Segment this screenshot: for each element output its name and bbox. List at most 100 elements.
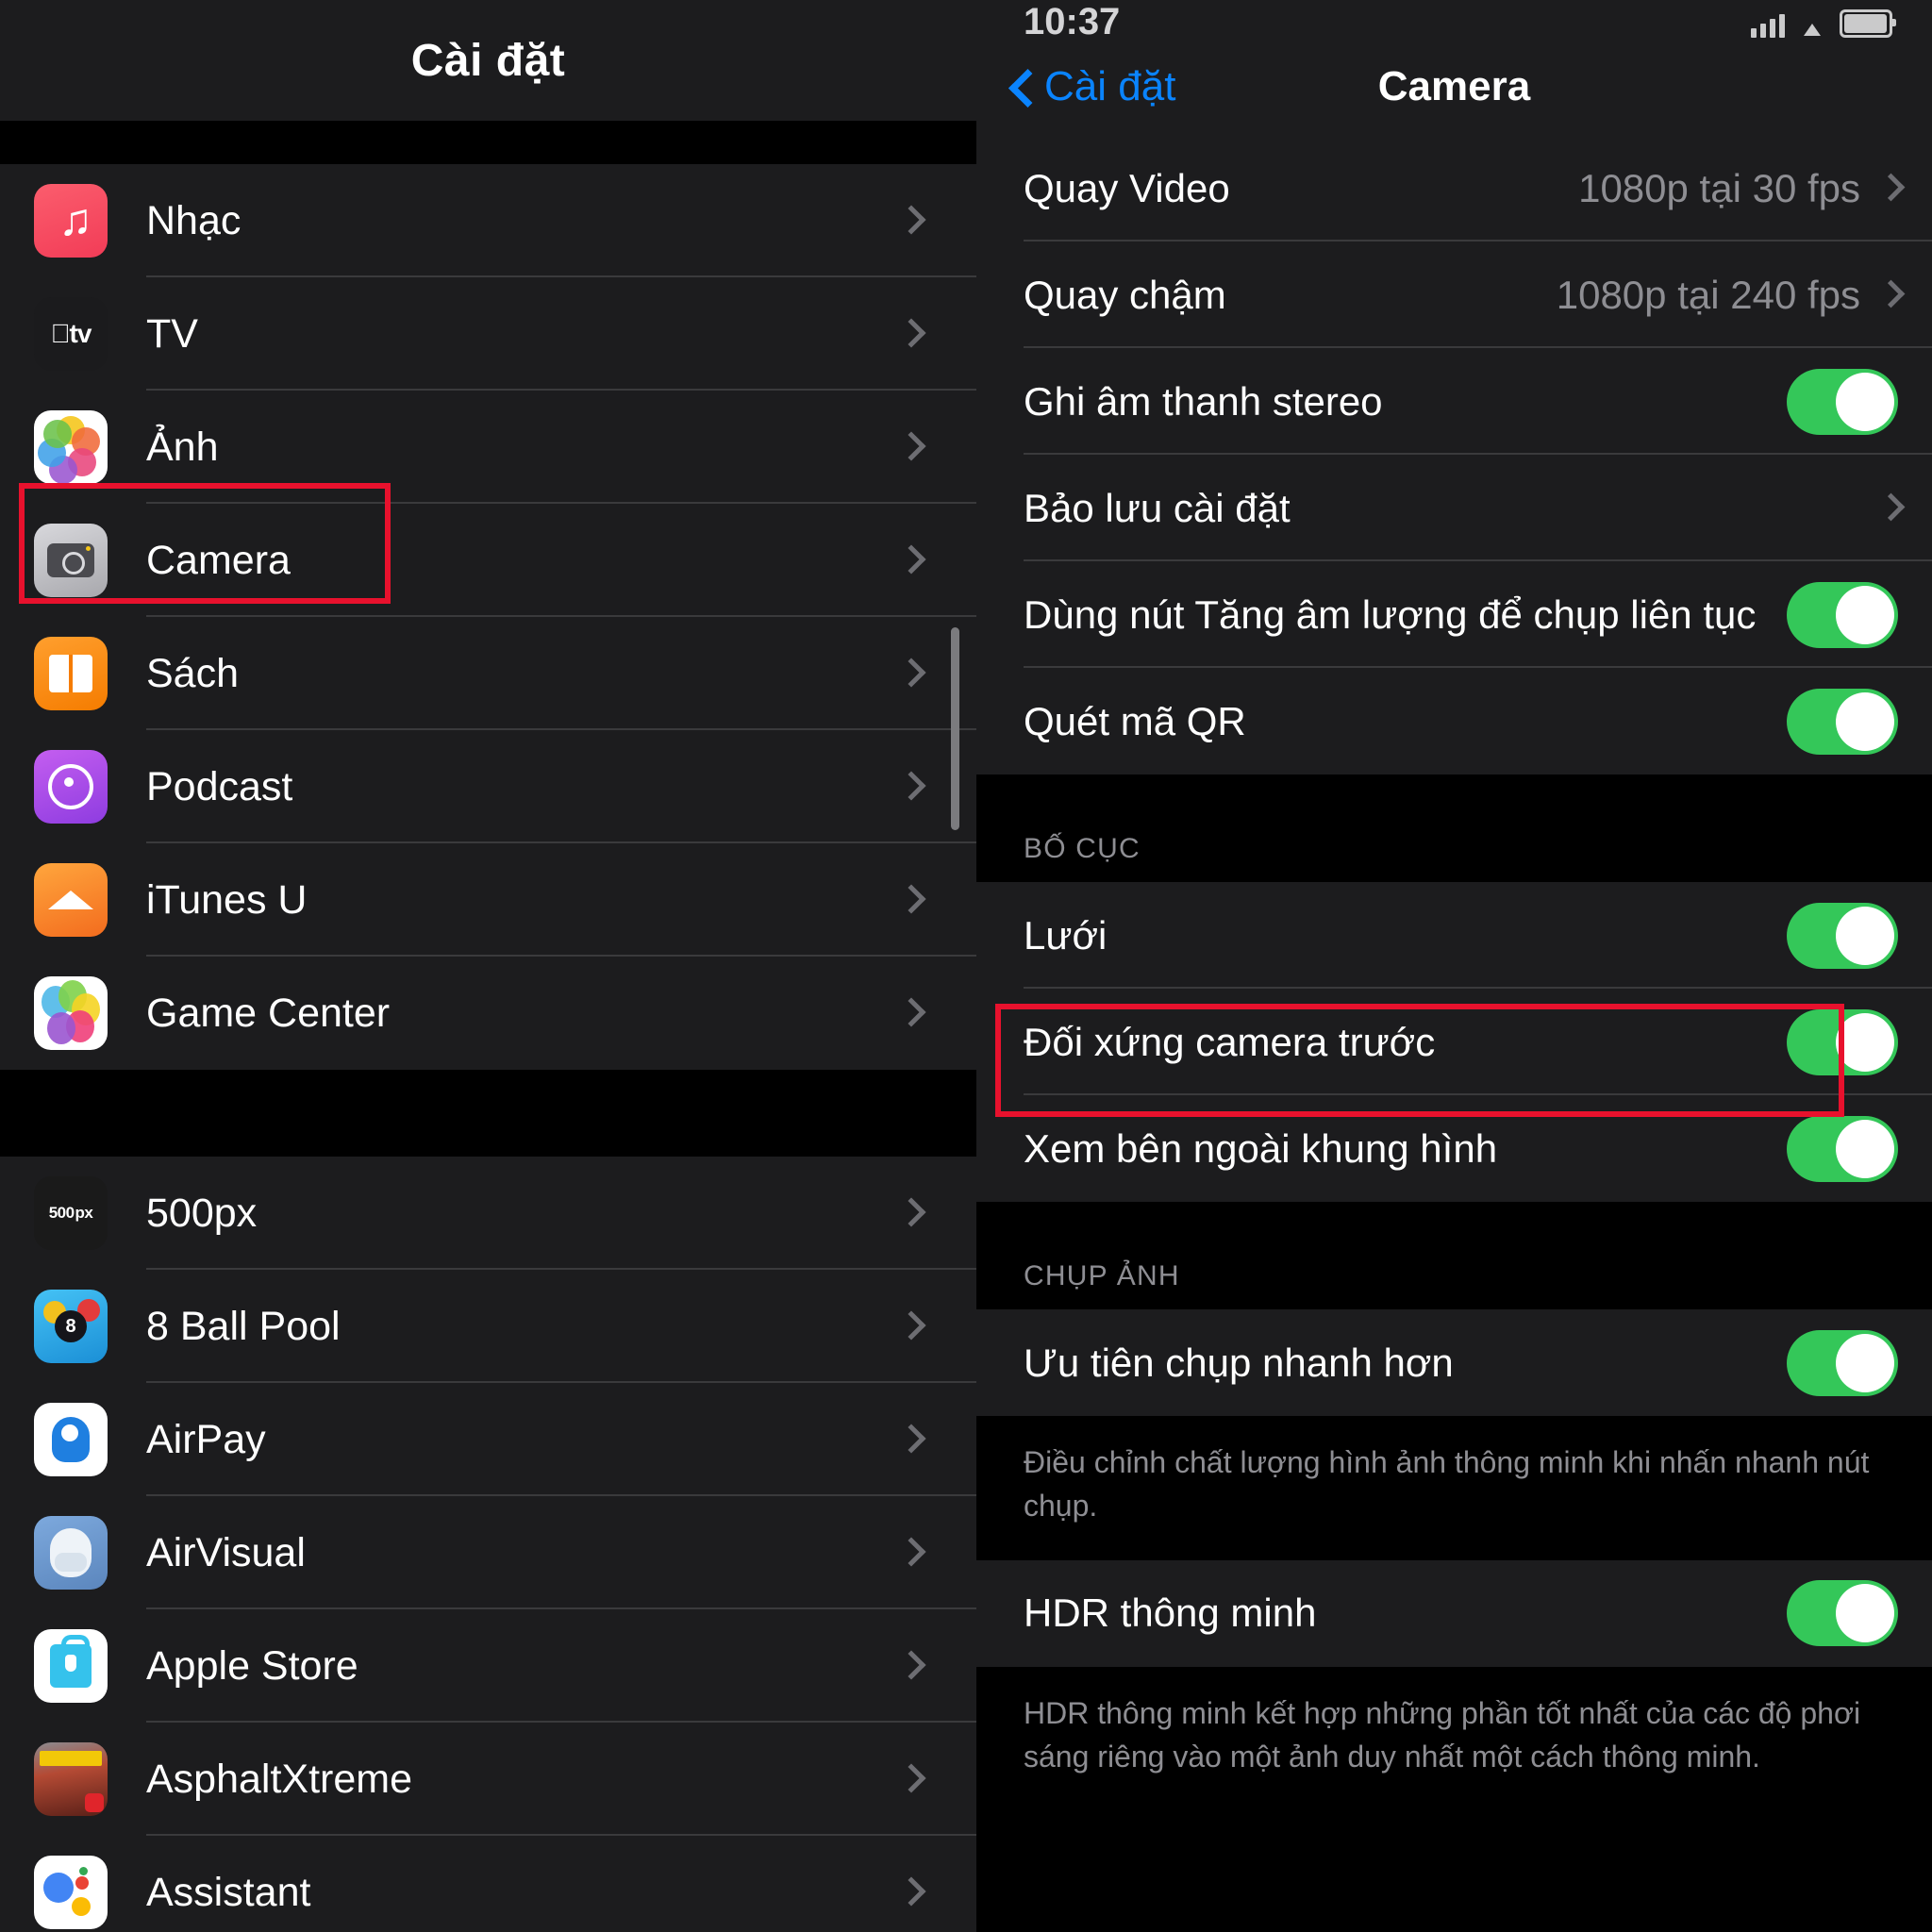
row-label: Lưới [1024,912,1108,958]
sidebar-item-label: AsphaltXtreme [146,1756,413,1802]
sidebar-item-label: Game Center [146,990,391,1036]
toggle-dung-nut-tang-am-luong[interactable] [1787,581,1898,648]
battery-icon [1840,9,1896,38]
back-button-label: Cài đặt [1044,62,1176,109]
toggle-knob [1836,906,1894,965]
toggle-hdr-thong-minh[interactable] [1787,1580,1898,1647]
books-app-icon [34,637,108,710]
toggle-knob [1836,1584,1894,1643]
sidebar-item-label: Ảnh [146,424,219,470]
sidebar-item-anh[interactable]: Ảnh [0,391,976,504]
toggle-xem-ben-ngoai-khung-hinh[interactable] [1787,1115,1898,1182]
tv-app-icon: tv [34,297,108,371]
settings-group-apple-apps: ♫ Nhạc tv TV Ảnh [0,164,976,1070]
chevron-right-icon [899,1763,918,1795]
row-ghi-am-thanh-stereo[interactable]: Ghi âm thanh stereo [976,348,1932,455]
sidebar-item-label: iTunes U [146,876,308,923]
sidebar-item-camera[interactable]: Camera [0,504,976,617]
sidebar-item-label: AirVisual [146,1529,306,1575]
toggle-knob [1836,372,1894,431]
vertical-scrollbar[interactable] [951,627,959,830]
camera-settings-group-video: Quay Video 1080p tại 30 fps Quay chậm 10… [976,135,1932,774]
sidebar-item-sach[interactable]: Sách [0,617,976,730]
toggle-knob [1836,1012,1894,1072]
row-label: Ghi âm thanh stereo [1024,378,1383,424]
toggle-uu-tien-chup-nhanh-hon[interactable] [1787,1329,1898,1396]
airpay-app-icon [34,1403,108,1476]
camera-settings-group-capture: Ưu tiên chụp nhanh hơn [976,1309,1932,1416]
sidebar-item-podcast[interactable]: Podcast [0,730,976,843]
chevron-right-icon [1881,280,1898,310]
8-ball-pool-app-icon: 8 [34,1290,108,1363]
chevron-right-icon [899,658,918,690]
row-quay-cham[interactable]: Quay chậm 1080p tại 240 fps [976,242,1932,348]
sidebar-item-apple-store[interactable]: Apple Store [0,1609,976,1723]
row-quet-ma-qr[interactable]: Quét mã QR [976,668,1932,774]
row-label: Xem bên ngoài khung hình [1024,1125,1498,1171]
row-luoi[interactable]: Lưới [976,882,1932,989]
sidebar-item-assistant[interactable]: Assistant [0,1836,976,1932]
list-top-gap [0,121,976,164]
podcast-app-icon [34,750,108,824]
toggle-luoi[interactable] [1787,902,1898,969]
sidebar-item-label: Apple Store [146,1642,358,1689]
sidebar-item-500px[interactable]: 500 px 500px [0,1157,976,1270]
sidebar-item-airpay[interactable]: AirPay [0,1383,976,1496]
camera-settings-group-hdr: HDR thông minh [976,1559,1932,1667]
row-quay-video[interactable]: Quay Video 1080p tại 30 fps [976,135,1932,242]
chevron-right-icon [899,884,918,916]
row-bao-luu-cai-dat[interactable]: Bảo lưu cài đặt [976,455,1932,561]
chevron-right-icon [899,205,918,237]
toggle-ghi-am-thanh-stereo[interactable] [1787,368,1898,435]
camera-settings-screen: 10:37 Cài đặt Camera Quay Video 1080p tạ… [976,0,1932,1932]
sidebar-item-asphalt-xtreme[interactable]: AsphaltXtreme [0,1723,976,1836]
row-label: Dùng nút Tăng âm lượng để chụp liên tục [1024,591,1757,637]
section-header-bo-cuc: BỐ CỤC [976,774,1932,882]
group-separator-gap [0,1070,976,1157]
toggle-quet-ma-qr[interactable] [1787,688,1898,755]
cellular-signal-icon [1751,13,1785,38]
row-label: Đối xứng camera trước [1024,1019,1436,1064]
footer-text-chup-anh: Điều chỉnh chất lượng hình ảnh thông min… [976,1416,1932,1560]
sidebar-item-label: Sách [146,650,240,696]
sidebar-item-label: Assistant [146,1869,311,1915]
camera-app-icon [34,524,108,597]
row-label: Quay Video [1024,165,1230,210]
row-hdr-thong-minh[interactable]: HDR thông minh [976,1559,1932,1667]
sidebar-item-game-center[interactable]: Game Center [0,957,976,1070]
wifi-icon [1797,15,1827,38]
sidebar-item-tv[interactable]: tv TV [0,277,976,391]
row-value: 1080p tại 30 fps [1578,165,1860,210]
row-label: Quay chậm [1024,272,1226,317]
chevron-right-icon [899,431,918,463]
toggle-doi-xung-camera-truoc[interactable] [1787,1008,1898,1075]
asphalt-xtreme-app-icon [34,1742,108,1816]
sidebar-item-nhac[interactable]: ♫ Nhạc [0,164,976,277]
toggle-knob [1836,585,1894,644]
assistant-app-icon [34,1856,108,1929]
back-button[interactable]: Cài đặt [1010,63,1175,110]
row-label: Bảo lưu cài đặt [1024,485,1291,530]
screenshot-root: Cài đặt ♫ Nhạc tv TV [0,0,1932,1932]
airvisual-app-icon [34,1516,108,1590]
chevron-right-icon [899,1197,918,1229]
toggle-knob [1836,1333,1894,1392]
row-xem-ben-ngoai-khung-hinh[interactable]: Xem bên ngoài khung hình [976,1095,1932,1202]
music-app-icon: ♫ [34,184,108,258]
status-bar-indicators [1751,9,1896,38]
sidebar-item-8-ball-pool[interactable]: 8 8 Ball Pool [0,1270,976,1383]
status-bar-clock: 10:37 [1024,1,1121,38]
chevron-right-icon [899,1650,918,1682]
sidebar-item-airvisual[interactable]: AirVisual [0,1496,976,1609]
row-dung-nut-tang-am-luong[interactable]: Dùng nút Tăng âm lượng để chụp liên tục [976,561,1932,668]
sidebar-item-label: 500px [146,1190,258,1236]
row-doi-xung-camera-truoc[interactable]: Đối xứng camera trước [976,989,1932,1095]
chevron-right-icon [1881,174,1898,204]
sidebar-item-itunes-u[interactable]: iTunes U [0,843,976,957]
itunes-u-app-icon [34,863,108,937]
row-uu-tien-chup-nhanh-hon[interactable]: Ưu tiên chụp nhanh hơn [976,1309,1932,1416]
sidebar-item-label: Camera [146,537,291,583]
chevron-right-icon [899,1310,918,1342]
chevron-right-icon [899,1424,918,1456]
sidebar-item-label: AirPay [146,1416,266,1462]
